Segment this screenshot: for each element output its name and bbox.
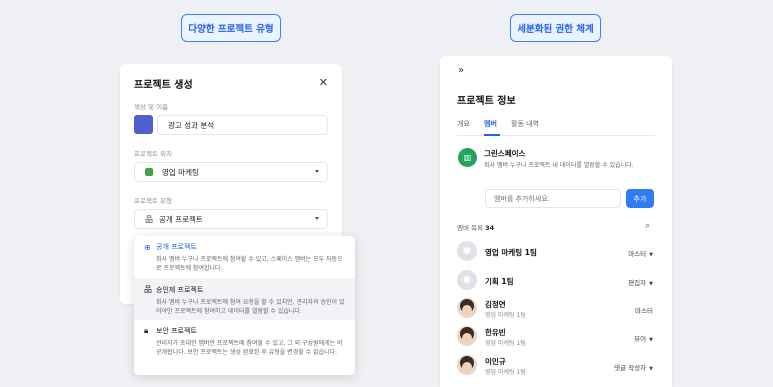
option-title: 공개 프로젝트 xyxy=(156,243,197,251)
project-name-value: 광고 성과 분석 xyxy=(168,120,215,130)
member-role-select[interactable]: 마스터 ▼ xyxy=(628,248,653,258)
caret-down-icon xyxy=(315,217,319,220)
member-name: 이민규 xyxy=(485,357,506,366)
feature-badge-permissions: 세분화된 권한 체계 xyxy=(510,14,601,42)
location-value: 영업 마케팅 xyxy=(162,167,199,177)
org-icon: 品 xyxy=(145,214,153,224)
member-list-label: 멤버 목록 xyxy=(457,224,483,232)
option-public-project[interactable]: ⊕ 공개 프로젝트 회사 멤버 누구나 프로젝트에 참여할 수 있고, 스페이스… xyxy=(134,236,355,279)
option-title: 승인제 프로젝트 xyxy=(156,285,204,294)
member-row[interactable]: 한유빈영업 마케팅 1팀 뷰어 ▼ xyxy=(457,326,655,348)
member-role-select[interactable]: 편집자 ▼ xyxy=(628,277,653,287)
tab-overview[interactable]: 개요 xyxy=(457,119,470,129)
search-icon[interactable]: ⌕ xyxy=(645,221,650,231)
avatar xyxy=(457,326,477,346)
option-secure-project[interactable]: 🔒︎ 보안 프로젝트 관리자가 초대한 멤버만 프로젝트에 참여할 수 있고, … xyxy=(134,320,355,363)
option-approval-project[interactable]: 品 승인제 프로젝트 회사 멤버 누구나 프로젝트에 참여 요청을 할 수 있지… xyxy=(134,278,355,320)
group-avatar-icon: ● xyxy=(457,241,477,261)
member-team: 영업 마케팅 1팀 xyxy=(485,369,526,376)
color-name-label: 색상 및 이름 xyxy=(134,103,169,111)
option-desc: 회사 멤버 누구나 프로젝트에 참여 요청을 할 수 있지만, 관리자의 승인이… xyxy=(156,299,345,315)
space-color-dot xyxy=(145,168,153,176)
avatar xyxy=(457,298,477,318)
member-role: 댓글 작성자 xyxy=(614,364,647,372)
tab-members[interactable]: 멤버 xyxy=(484,119,497,129)
globe-icon: ⊕ xyxy=(144,242,151,252)
member-count: 34 xyxy=(485,224,495,232)
panel-title: 프로젝트 정보 xyxy=(457,96,516,107)
tab-activity[interactable]: 활동 내역 xyxy=(511,119,539,129)
caret-down-icon: ▼ xyxy=(649,337,653,343)
dialog-title: 프로젝트 생성 xyxy=(134,80,193,91)
double-chevron-right-icon[interactable]: » xyxy=(458,65,464,76)
member-role: 편집자 xyxy=(628,279,647,287)
member-role: 마스터 xyxy=(635,307,653,315)
caret-down-icon: ▼ xyxy=(649,281,653,287)
active-tab-indicator xyxy=(484,134,500,136)
type-select[interactable]: 品 공개 프로젝트 xyxy=(134,209,328,229)
option-desc: 관리자가 초대한 멤버만 프로젝트에 참여할 수 있고, 그 외 구성원에게는 … xyxy=(156,340,343,356)
add-member-button[interactable]: 추가 xyxy=(626,189,654,208)
member-role-select[interactable]: 뷰어 ▼ xyxy=(634,333,653,343)
lock-icon: 🔒︎ xyxy=(144,326,149,335)
building-icon: ▥ xyxy=(458,148,477,167)
member-name: 김정연 xyxy=(485,300,506,309)
member-row[interactable]: 이민규영업 마케팅 1팀 댓글 작성자 ▼ xyxy=(457,355,655,377)
add-member-input[interactable] xyxy=(485,189,621,208)
member-name: 영업 마케팅 1팀 xyxy=(485,248,537,257)
type-value: 공개 프로젝트 xyxy=(159,214,203,224)
avatar xyxy=(457,355,477,375)
member-role: 뷰어 xyxy=(634,335,647,343)
option-desc: 회사 멤버 누구나 프로젝트에 참여할 수 있고, 스페이스 멤버는 모두 자동… xyxy=(156,256,343,272)
member-role-select[interactable]: 댓글 작성자 ▼ xyxy=(614,362,653,372)
caret-down-icon: ▼ xyxy=(649,366,653,372)
member-name: 기획 1팀 xyxy=(485,277,514,286)
member-role-select: 마스터 xyxy=(635,305,653,315)
member-row[interactable]: ● 기획 1팀 편집자 ▼ xyxy=(457,270,655,292)
org-icon: 品 xyxy=(144,285,152,294)
member-row[interactable]: 김정연영업 마케팅 1팀 마스터 xyxy=(457,298,655,320)
space-name: 그린스페이스 xyxy=(484,149,526,158)
option-title: 보안 프로젝트 xyxy=(156,327,197,335)
space-desc: 회사 멤버 누구나 프로젝트 내 데이터를 열람할 수 있습니다. xyxy=(484,162,634,169)
location-label: 프로젝트 위치 xyxy=(134,150,172,158)
close-icon[interactable]: ✕ xyxy=(319,76,328,89)
caret-down-icon: ▼ xyxy=(649,252,653,258)
feature-badge-project-types: 다양한 프로젝트 유형 xyxy=(181,14,281,42)
panel-tabs: 개요 멤버 활동 내역 xyxy=(457,119,655,136)
member-list-header: 멤버 목록 34 xyxy=(457,222,494,232)
member-row[interactable]: ● 영업 마케팅 1팀 마스터 ▼ xyxy=(457,241,655,263)
member-team: 영업 마케팅 1팀 xyxy=(485,312,526,319)
member-team: 영업 마케팅 1팀 xyxy=(485,340,526,347)
caret-down-icon xyxy=(315,170,319,173)
group-avatar-icon: ● xyxy=(457,270,477,290)
project-name-input[interactable]: 광고 성과 분석 xyxy=(157,115,328,135)
project-type-menu: ⊕ 공개 프로젝트 회사 멤버 누구나 프로젝트에 참여할 수 있고, 스페이스… xyxy=(134,236,355,375)
project-info-panel: » 프로젝트 정보 개요 멤버 활동 내역 ▥ 그린스페이스 회사 멤버 누구나… xyxy=(440,56,672,387)
color-swatch[interactable] xyxy=(134,115,153,134)
location-select[interactable]: 영업 마케팅 xyxy=(134,162,328,182)
member-name: 한유빈 xyxy=(485,328,506,337)
type-label: 프로젝트 유형 xyxy=(134,197,172,205)
member-role: 마스터 xyxy=(628,250,647,258)
